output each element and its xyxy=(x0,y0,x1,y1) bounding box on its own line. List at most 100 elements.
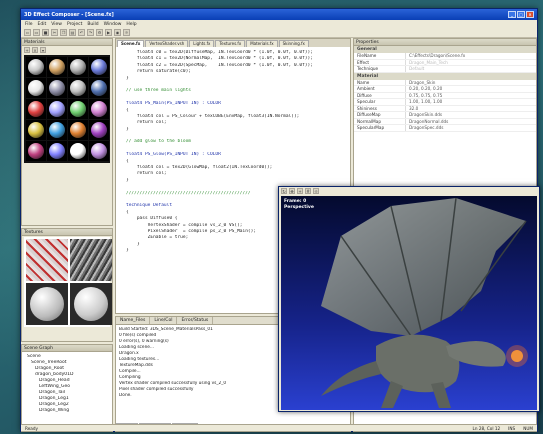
save-icon[interactable]: ■ xyxy=(42,29,49,36)
material-sphere xyxy=(49,122,65,138)
run-icon[interactable]: ▶ xyxy=(105,29,112,36)
material-options-icon[interactable]: ▾ xyxy=(40,47,46,53)
property-row[interactable]: SpecularMap DragonSpec.dds xyxy=(354,125,536,132)
texture-thumb-wing[interactable] xyxy=(70,239,112,281)
material-swatch[interactable] xyxy=(68,120,88,140)
material-swatch[interactable] xyxy=(26,120,46,140)
close-button[interactable]: × xyxy=(526,11,534,18)
material-swatch[interactable] xyxy=(89,120,109,140)
pan-icon[interactable]: ✥ xyxy=(289,188,295,194)
menu-window[interactable]: Window xyxy=(104,22,122,27)
title-bar[interactable]: 3D Effect Composer - [Scene.fx] _ □ × xyxy=(21,9,537,20)
texture-thumb-dragon-skin[interactable] xyxy=(26,239,68,281)
redo-icon[interactable]: ↷ xyxy=(87,29,94,36)
material-swatch[interactable] xyxy=(26,141,46,161)
light-icon[interactable]: ☼ xyxy=(123,29,130,36)
copy-icon[interactable]: ❐ xyxy=(60,29,67,36)
material-sphere xyxy=(28,59,44,75)
editor-tab[interactable]: Skinning.fx xyxy=(278,40,309,47)
render-viewport-window[interactable]: ↻ ✥ + # ☼ Frame: 0 Perspective xyxy=(278,186,540,412)
build-icon[interactable]: ⚙ xyxy=(96,29,103,36)
textures-panel: Textures xyxy=(21,228,113,342)
material-sphere xyxy=(28,80,44,96)
editor-tab[interactable]: Materials.fx xyxy=(246,40,278,47)
material-swatch[interactable] xyxy=(47,120,67,140)
property-key: SpecularMap xyxy=(354,125,406,131)
property-section[interactable]: Material xyxy=(354,72,536,80)
editor-tab[interactable]: Textures.fx xyxy=(215,40,246,47)
status-position: Ln 28, Col 12 xyxy=(472,426,501,431)
maximize-button[interactable]: □ xyxy=(517,11,525,18)
col-status[interactable]: Error/Status xyxy=(177,317,214,324)
material-sphere xyxy=(49,80,65,96)
orbit-icon[interactable]: ↻ xyxy=(281,188,287,194)
cut-icon[interactable]: ✂ xyxy=(51,29,58,36)
menu-view[interactable]: View xyxy=(51,22,62,27)
menu-build[interactable]: Build xyxy=(87,22,98,27)
property-value[interactable]: 0.20, 0.20, 0.20 xyxy=(406,86,536,92)
menu-file[interactable]: File xyxy=(25,22,33,27)
editor-tab[interactable]: VertexShader.vsh xyxy=(145,40,189,47)
property-value[interactable]: DragonSkin.dds xyxy=(406,112,536,118)
property-value[interactable]: Dragon_Main_Tech xyxy=(406,60,536,66)
material-swatch[interactable] xyxy=(47,141,67,161)
wireframe-icon[interactable]: # xyxy=(305,188,311,194)
viewport-overlay: Frame: 0 Perspective xyxy=(284,199,314,211)
property-key: Shininess xyxy=(354,105,406,111)
property-value[interactable]: 0.75, 0.75, 0.75 xyxy=(406,93,536,99)
material-sphere xyxy=(70,122,86,138)
material-swatch[interactable] xyxy=(26,99,46,119)
camera-icon[interactable]: ◉ xyxy=(114,29,121,36)
col-linecol[interactable]: Line/Col xyxy=(150,317,178,324)
material-swatch[interactable] xyxy=(89,141,109,161)
editor-tab[interactable]: Scene.fx xyxy=(117,40,145,47)
material-swatch[interactable] xyxy=(89,99,109,119)
open-icon[interactable]: ▭ xyxy=(33,29,40,36)
menu-edit[interactable]: Edit xyxy=(38,22,47,27)
dragon-body xyxy=(376,334,460,393)
material-swatch[interactable] xyxy=(68,57,88,77)
property-value[interactable]: DragonSpec.dds xyxy=(406,125,536,131)
col-name[interactable]: Name_Files xyxy=(116,317,151,324)
light-icon[interactable]: ☼ xyxy=(313,188,319,194)
material-sphere xyxy=(49,59,65,75)
status-text: Ready xyxy=(25,426,38,431)
material-swatch[interactable] xyxy=(89,57,109,77)
material-swatch[interactable] xyxy=(68,78,88,98)
material-swatch[interactable] xyxy=(26,57,46,77)
dragon-render xyxy=(321,197,528,408)
editor-tab[interactable]: Lights.fx xyxy=(189,40,215,47)
property-value[interactable]: 32.0 xyxy=(406,106,536,112)
material-swatch[interactable] xyxy=(47,99,67,119)
property-key: Diffuse xyxy=(354,92,406,98)
property-key: Technique xyxy=(354,66,406,72)
property-value[interactable]: C:\Effects\Dragon\Scene.fx xyxy=(406,53,536,59)
paste-icon[interactable]: ▤ xyxy=(69,29,76,36)
material-swatch[interactable] xyxy=(89,78,109,98)
delete-material-icon[interactable]: × xyxy=(32,47,38,53)
minimize-button[interactable]: _ xyxy=(508,11,516,18)
undo-icon[interactable]: ↶ xyxy=(78,29,85,36)
menu-help[interactable]: Help xyxy=(126,22,136,27)
property-value[interactable]: DragonNormal.dds xyxy=(406,119,536,125)
texture-thumb-white-sphere[interactable] xyxy=(26,283,68,325)
texture-thumb-grey-sphere[interactable] xyxy=(70,283,112,325)
property-section[interactable]: General xyxy=(354,46,536,53)
property-value[interactable]: Default xyxy=(406,66,536,72)
property-value[interactable]: 1.00, 1.00, 1.00 xyxy=(406,99,536,105)
material-swatch[interactable] xyxy=(47,57,67,77)
add-material-icon[interactable]: + xyxy=(24,47,30,53)
material-swatch[interactable] xyxy=(47,78,67,98)
material-swatch[interactable] xyxy=(68,141,88,161)
menu-project[interactable]: Project xyxy=(67,22,82,27)
property-key: Specular xyxy=(354,99,406,105)
material-swatch[interactable] xyxy=(26,78,46,98)
material-swatch[interactable] xyxy=(68,99,88,119)
zoom-icon[interactable]: + xyxy=(297,188,303,194)
scene-node[interactable]: Dragon_Wing xyxy=(24,408,110,414)
material-sphere xyxy=(91,122,107,138)
render-canvas[interactable]: Frame: 0 Perspective xyxy=(281,196,537,410)
new-icon[interactable]: ▫ xyxy=(24,29,31,36)
property-value[interactable]: Dragon_Skin xyxy=(406,80,536,86)
material-sphere xyxy=(70,80,86,96)
